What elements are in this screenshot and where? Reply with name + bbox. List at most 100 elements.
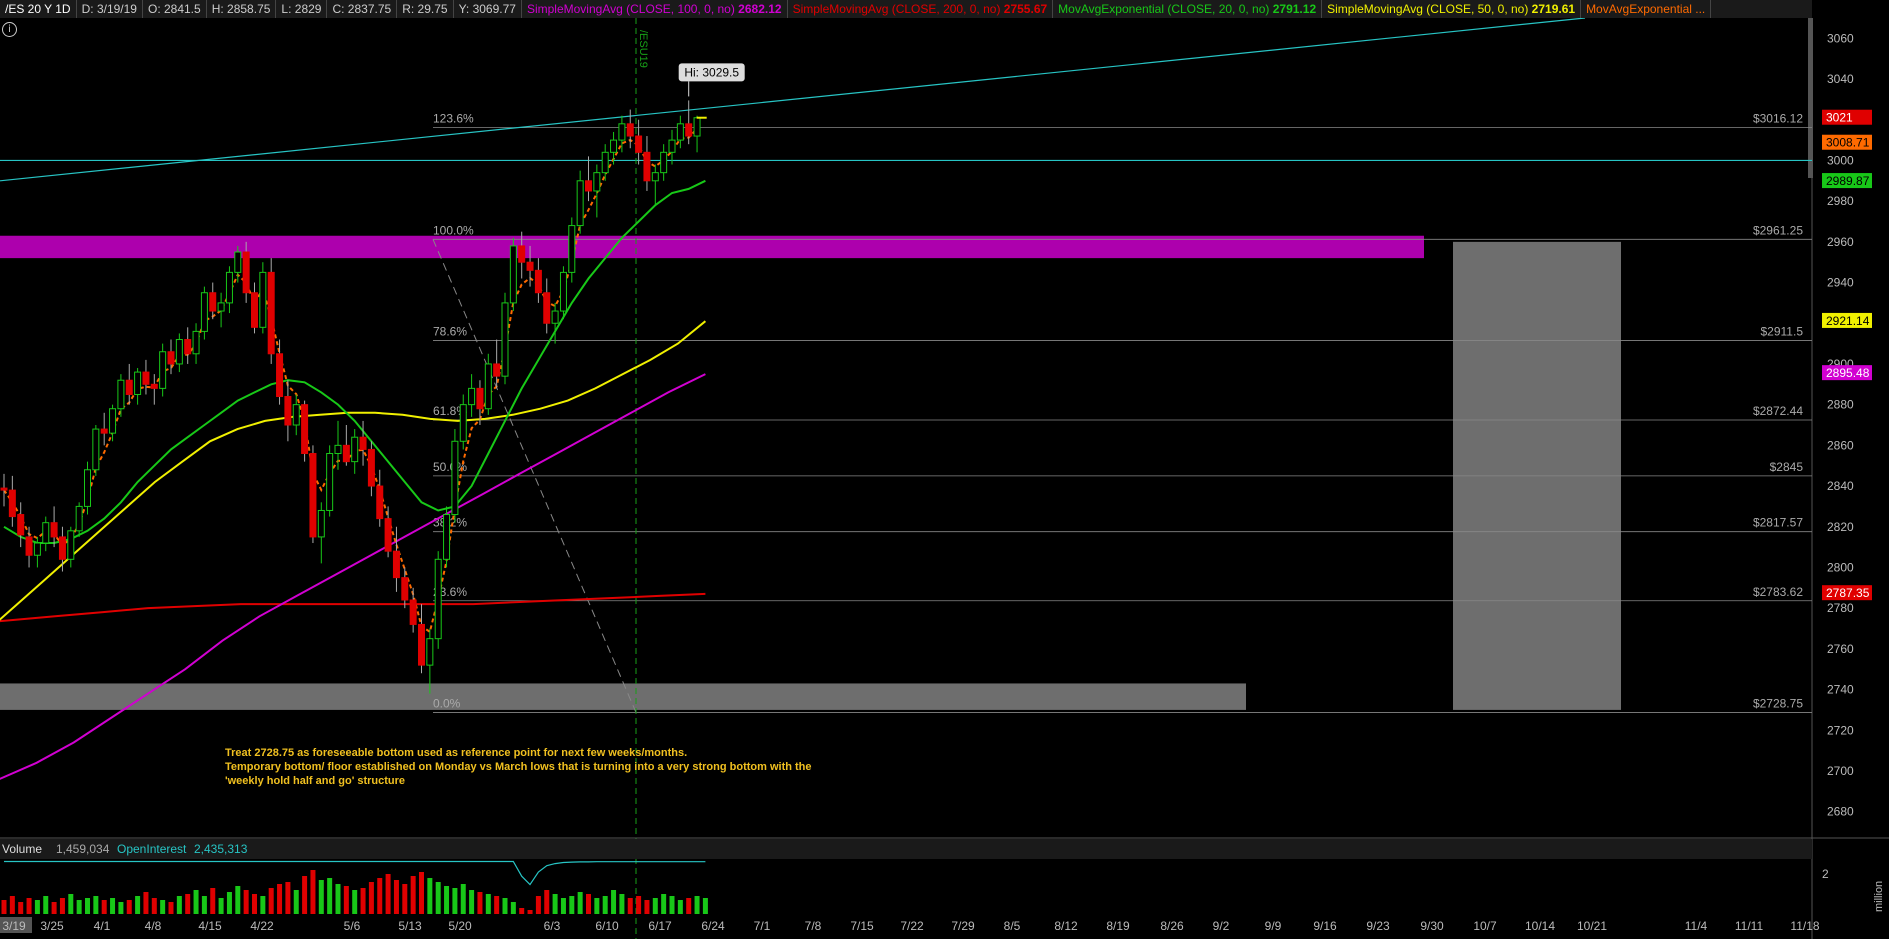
candle-body[interactable] bbox=[192, 330, 200, 355]
candle-body[interactable] bbox=[676, 123, 684, 141]
candle-body[interactable] bbox=[142, 371, 150, 385]
candle-body[interactable] bbox=[468, 387, 476, 406]
candle-body[interactable] bbox=[392, 550, 400, 579]
candle-body[interactable] bbox=[401, 577, 409, 601]
candle-body[interactable] bbox=[585, 180, 592, 192]
volume-bar bbox=[252, 894, 257, 914]
candle-body[interactable] bbox=[367, 448, 375, 487]
volume-bar bbox=[627, 898, 633, 914]
candle-body[interactable] bbox=[8, 489, 16, 518]
candle-body[interactable] bbox=[559, 271, 567, 312]
candle-body[interactable] bbox=[234, 251, 242, 273]
symbol-label[interactable]: /ES 20 Y 1D bbox=[0, 0, 77, 18]
candle-body[interactable] bbox=[443, 514, 451, 560]
study-5[interactable]: MovAvgExponential ... bbox=[1581, 0, 1712, 18]
candle-body[interactable] bbox=[551, 310, 559, 324]
candle-body[interactable] bbox=[543, 292, 551, 324]
candle-body[interactable] bbox=[376, 485, 384, 520]
x-tick-label: 4/22 bbox=[250, 919, 274, 933]
candle-body[interactable] bbox=[643, 151, 651, 182]
study-3[interactable]: MovAvgExponential (CLOSE, 20, 0, no) 279… bbox=[1053, 0, 1323, 18]
candle-body[interactable] bbox=[17, 514, 25, 536]
candle-body[interactable] bbox=[259, 271, 267, 328]
candle-body[interactable] bbox=[242, 251, 250, 294]
candle-body[interactable] bbox=[434, 558, 442, 640]
candle-body[interactable] bbox=[292, 404, 300, 426]
candle-body[interactable] bbox=[75, 505, 83, 532]
candle-body[interactable] bbox=[484, 363, 492, 410]
y-tick-label: 2980 bbox=[1827, 194, 1854, 208]
candle-body[interactable] bbox=[109, 408, 117, 434]
candle-body[interactable] bbox=[476, 387, 484, 410]
candle-body[interactable] bbox=[184, 339, 192, 355]
candle-body[interactable] bbox=[284, 396, 292, 426]
candle-body[interactable] bbox=[518, 245, 526, 263]
scrollbar-thumb[interactable] bbox=[1808, 18, 1813, 178]
candle-body[interactable] bbox=[451, 440, 459, 516]
candle-body[interactable] bbox=[125, 379, 133, 395]
study-4[interactable]: SimpleMovingAvg (CLOSE, 50, 0, no) 2719.… bbox=[1322, 0, 1582, 18]
candle-body[interactable] bbox=[58, 536, 66, 560]
info-icon[interactable]: i bbox=[2, 22, 17, 37]
candle-body[interactable] bbox=[25, 536, 33, 556]
candle-body[interactable] bbox=[610, 139, 618, 153]
x-tick-label: 11/11 bbox=[1735, 919, 1764, 933]
candle-body[interactable] bbox=[635, 135, 643, 153]
candle-body[interactable] bbox=[526, 261, 534, 271]
candle-body[interactable] bbox=[501, 302, 509, 377]
candle-body[interactable] bbox=[42, 522, 50, 544]
candle-body[interactable] bbox=[117, 379, 125, 410]
candle-body[interactable] bbox=[309, 452, 317, 538]
candle-body[interactable] bbox=[426, 638, 434, 666]
candle-body[interactable] bbox=[276, 353, 284, 398]
candle-body[interactable] bbox=[618, 123, 626, 141]
candle-body[interactable] bbox=[334, 444, 342, 454]
candle-body[interactable] bbox=[693, 117, 701, 137]
candle-body[interactable] bbox=[326, 452, 334, 511]
candle-body[interactable] bbox=[576, 180, 584, 227]
candle-body[interactable] bbox=[459, 404, 467, 442]
price-chart[interactable]: 2680 2700 2720 2740 2760 2780 2800 2820 2840 2860… bbox=[0, 0, 1889, 939]
candle-body[interactable] bbox=[317, 509, 325, 538]
candle-body[interactable] bbox=[84, 469, 91, 507]
candle-body[interactable] bbox=[660, 151, 668, 174]
candle-body[interactable] bbox=[626, 123, 634, 137]
candle-body[interactable] bbox=[134, 371, 142, 395]
candle-body[interactable] bbox=[509, 245, 517, 304]
candle-body[interactable] bbox=[50, 522, 58, 538]
candle-body[interactable] bbox=[351, 436, 359, 463]
candle-body[interactable] bbox=[0, 487, 8, 491]
candle-body[interactable] bbox=[92, 428, 100, 471]
candle-body[interactable] bbox=[534, 269, 542, 294]
candle-body[interactable] bbox=[651, 172, 659, 182]
volume-value: 1,459,034 bbox=[56, 842, 110, 856]
candle-body[interactable] bbox=[593, 172, 601, 192]
candle-body[interactable] bbox=[225, 271, 233, 304]
candle-body[interactable] bbox=[159, 351, 167, 389]
candle-body[interactable] bbox=[209, 292, 217, 312]
candle-body[interactable] bbox=[418, 623, 425, 666]
candle-body[interactable] bbox=[668, 139, 676, 153]
candle-body[interactable] bbox=[493, 363, 501, 377]
study-2[interactable]: SimpleMovingAvg (CLOSE, 200, 0, no) 2755… bbox=[788, 0, 1054, 18]
candle-body[interactable] bbox=[217, 302, 225, 312]
candle-body[interactable] bbox=[409, 599, 417, 625]
candle-body[interactable] bbox=[175, 339, 183, 365]
candle-body[interactable] bbox=[100, 428, 108, 434]
candle-body[interactable] bbox=[601, 151, 609, 174]
candle-body[interactable] bbox=[568, 225, 576, 273]
candle-body[interactable] bbox=[384, 518, 392, 552]
candle-body[interactable] bbox=[359, 436, 367, 450]
candle-body[interactable] bbox=[251, 292, 258, 328]
candle-body[interactable] bbox=[342, 444, 350, 463]
candle-body[interactable] bbox=[33, 542, 41, 556]
candle-body[interactable] bbox=[267, 271, 275, 355]
candle-body[interactable] bbox=[685, 123, 693, 137]
candle-body[interactable] bbox=[301, 404, 309, 454]
candle-body[interactable] bbox=[200, 292, 208, 332]
candle-body[interactable] bbox=[67, 530, 75, 560]
candle-body[interactable] bbox=[150, 383, 158, 389]
candle-body[interactable] bbox=[167, 351, 175, 365]
volume-bar bbox=[560, 898, 566, 914]
study-1[interactable]: SimpleMovingAvg (CLOSE, 100, 0, no) 2682… bbox=[522, 0, 788, 18]
